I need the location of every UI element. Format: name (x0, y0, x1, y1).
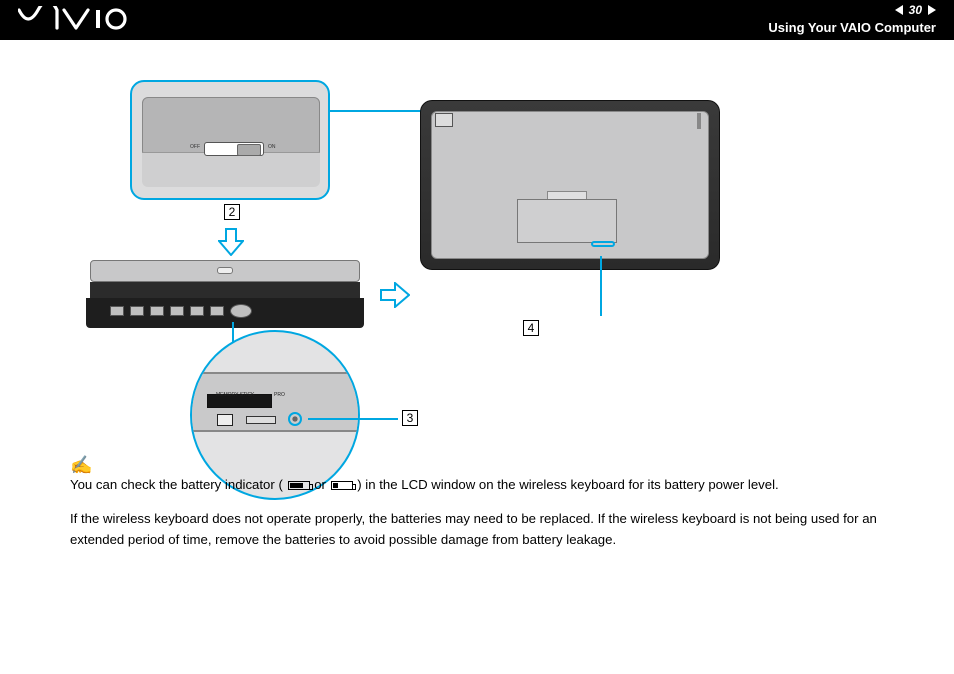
ref-2: 2 (224, 204, 240, 220)
leader-line (308, 418, 398, 420)
label-on: ON (268, 144, 276, 150)
note-text-b: ) in the LCD window on the wireless keyb… (357, 477, 778, 492)
page-number: 30 (909, 2, 922, 19)
callout-switch: OFF ON (130, 80, 330, 200)
paragraph-2: If the wireless keyboard does not operat… (70, 509, 914, 550)
battery-cover (517, 199, 617, 243)
port-icon (246, 416, 276, 424)
device-front-view (90, 260, 360, 330)
vaio-logo (18, 6, 128, 32)
next-page-icon[interactable] (928, 5, 936, 15)
keyboard-feature (435, 113, 453, 127)
connect-button-highlight (288, 412, 302, 426)
page-nav: 30 Using Your VAIO Computer (768, 2, 936, 37)
prev-page-icon[interactable] (895, 5, 903, 15)
power-switch (204, 142, 264, 156)
diagram: OFF ON 2 MEMORY STICK PRO 3 (70, 60, 890, 480)
battery-latch-highlight (591, 241, 615, 247)
device-edge-lip (142, 152, 320, 187)
battery-low-icon (331, 481, 353, 490)
keyboard-feature (697, 113, 701, 129)
right-arrow-icon (380, 282, 410, 308)
section-title: Using Your VAIO Computer (768, 19, 936, 37)
note-icon: ✍ (70, 455, 92, 476)
battery-full-icon (288, 481, 310, 490)
note-text-a: You can check the battery indicator ( (70, 477, 283, 492)
note-paragraph: You can check the battery indicator ( or… (70, 475, 914, 495)
note-or: or (314, 477, 329, 492)
header-bar: 30 Using Your VAIO Computer (0, 0, 954, 40)
port-icon (217, 414, 233, 426)
ref-3: 3 (402, 410, 418, 426)
ref-4: 4 (523, 320, 539, 336)
body-text: You can check the battery indicator ( or… (70, 475, 914, 564)
label-off: OFF (190, 144, 200, 150)
label-pro: PRO (274, 392, 285, 398)
label-memorystick: MEMORY STICK (216, 392, 254, 398)
down-arrow-icon (218, 228, 244, 256)
leader-line (600, 256, 602, 316)
keyboard-back-view (420, 100, 720, 270)
